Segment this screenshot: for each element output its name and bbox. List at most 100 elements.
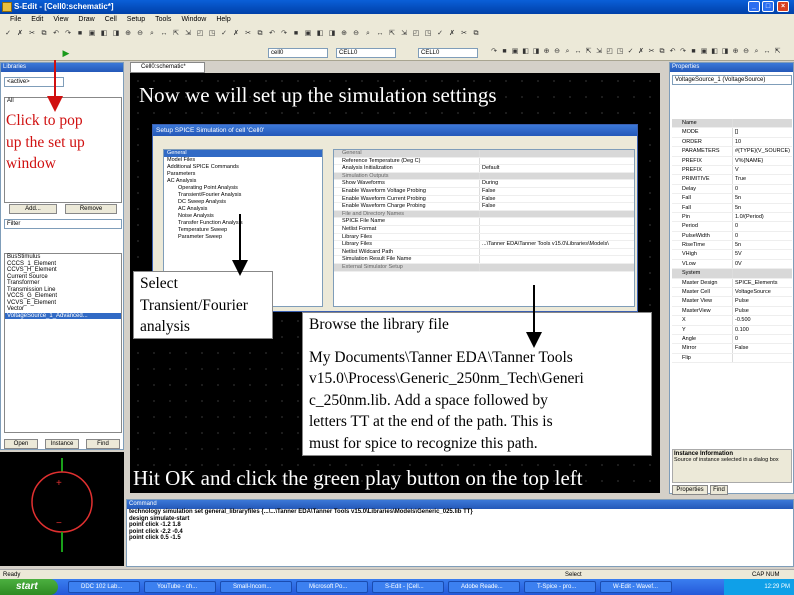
property-value[interactable]: 0 [732,184,792,194]
instance-property-row[interactable]: Flip [672,353,792,364]
property-value[interactable]: 10 [732,137,792,147]
instance-property-row[interactable]: PREFIX V [672,165,792,176]
property-key: VLow [682,260,696,267]
instance-property-row[interactable]: Mirror False [672,344,792,354]
property-key: Fall [682,195,691,202]
taskbar-task[interactable]: DDC 102 Lab... [68,581,140,593]
property-key: RiseTime [682,242,706,249]
property-key: Master View [682,298,713,305]
property-value[interactable] [732,119,792,128]
property-value[interactable]: -0.500 [732,316,792,325]
property-value[interactable]: V%{NAME} [732,156,792,165]
taskbar-task[interactable]: Adobe Reade... [448,581,520,593]
property-value[interactable]: 5n [732,194,792,203]
property-key: PARAMETERS [682,148,720,155]
property-key: MasterView [682,307,711,314]
instance-property-row[interactable]: ORDER 10 [672,137,792,148]
instance-property-row[interactable]: PREFIX V%{NAME} [672,156,792,166]
property-key: ORDER [682,138,702,145]
instance-property-row[interactable]: MasterView Pulse [672,306,792,317]
tab-properties[interactable]: Properties [672,485,708,495]
property-value[interactable]: 0.100 [732,325,792,334]
property-key: PRIMITIVE [682,176,710,183]
tab-find[interactable]: Find [710,485,728,495]
instance-property-row[interactable]: Master Cell VoltageSource [672,288,792,298]
property-key: X [682,317,686,324]
property-key: Pin [682,213,690,220]
instance-property-row[interactable]: VLow 0V [672,259,792,270]
property-grid[interactable]: Name MODE [] ORDER 10 PARAMETERS #{TYPE}(V_SOU… [672,119,792,364]
property-value[interactable]: V [732,165,792,175]
taskbar-task[interactable]: W-Edit - Wavef... [600,581,672,593]
property-value[interactable]: #{TYPE}(V_SOURCE) [732,147,792,156]
instance-property-row[interactable]: Y 0.100 [672,325,792,335]
instance-property-row[interactable]: X -0.500 [672,316,792,326]
instance-property-row[interactable]: Angle 0 [672,334,792,345]
instance-property-row[interactable]: RiseTime 5n [672,241,792,251]
property-key: Name [682,120,697,126]
command-panel: Command technology simulation set genera… [126,499,794,567]
instance-property-row[interactable]: Master View Pulse [672,297,792,307]
instance-property-row[interactable]: Fall 5n [672,203,792,213]
property-value[interactable]: 0V [732,259,792,269]
property-key: PREFIX [682,157,702,164]
property-value[interactable]: SPICE_Elements [732,278,792,288]
taskbar-task[interactable]: YouTube - ch... [144,581,216,593]
instance-select[interactable]: VoltageSource_1 (VoltageSource) [672,75,792,85]
instance-property-row[interactable]: VHigh 5V [672,250,792,260]
property-value[interactable]: 0 [732,222,792,231]
property-key: Flip [682,354,691,361]
instance-property-row[interactable]: Period 0 [672,222,792,232]
property-key: Master Design [682,279,718,286]
property-value[interactable]: 1.0/(Period) [732,212,792,222]
instance-property-row[interactable]: Pin 1.0/(Period) [672,212,792,223]
property-value[interactable]: Pulse [732,306,792,316]
property-value[interactable]: VoltageSource [732,288,792,297]
taskbar-task[interactable]: T-Spice - pro... [524,581,596,593]
property-value[interactable]: True [732,175,792,184]
instance-property-row[interactable]: PRIMITIVE True [672,175,792,185]
property-value[interactable]: False [732,344,792,353]
description-text: Source of instance selected in a dialog … [674,457,779,463]
property-key: Angle [682,335,697,342]
property-value[interactable] [732,353,792,363]
property-key: Mirror [682,345,697,352]
instance-property-row[interactable]: Name [672,119,792,129]
instance-property-row[interactable]: System [672,269,792,279]
property-key: Period [682,223,698,230]
taskbar-task[interactable]: S-Edit - [Cell... [372,581,444,593]
command-panel-title: Command [127,500,793,509]
property-value[interactable]: 5n [732,203,792,212]
property-value[interactable]: 5n [732,241,792,250]
command-line: point click 0.5 -1.5 [129,535,181,541]
command-output: technology simulation set general_librar… [127,509,793,542]
property-key: VHigh [682,251,697,258]
property-value[interactable]: 0 [732,231,792,241]
property-description: Instance Information Source of instance … [672,449,792,483]
system-tray: 12:29 PM [724,579,794,595]
property-value[interactable]: [] [732,128,792,137]
properties-panel-title: Properties [670,63,793,72]
instance-property-row[interactable]: MODE [] [672,128,792,138]
instance-property-row[interactable]: Fall 5n [672,194,792,204]
property-key: Fall [682,204,691,211]
status-bar: Ready Select CAP NUM [0,569,794,579]
property-value[interactable]: 0 [732,334,792,344]
property-value[interactable]: Pulse [732,297,792,306]
property-key: PulseWidth [682,232,710,239]
property-key: Y [682,326,686,333]
property-key: Delay [682,185,697,192]
instance-property-row[interactable]: PulseWidth 0 [672,231,792,242]
instance-property-row[interactable]: Delay 0 [672,184,792,195]
taskbar-task[interactable]: Small-Incom... [220,581,292,593]
clock: 12:29 PM [764,584,790,590]
start-button[interactable]: start [0,579,58,595]
instance-property-row[interactable]: Master Design SPICE_Elements [672,278,792,289]
property-key: System [682,270,701,277]
instance-property-row[interactable]: PARAMETERS #{TYPE}(V_SOURCE) [672,147,792,157]
property-value[interactable]: 5V [732,250,792,259]
property-value[interactable] [732,269,792,278]
taskbar: start 12:29 PM DDC 102 Lab... YouTube - c… [0,579,794,595]
properties-panel: Properties VoltageSource_1 (VoltageSourc… [669,62,794,495]
taskbar-task[interactable]: Microsoft Po... [296,581,368,593]
